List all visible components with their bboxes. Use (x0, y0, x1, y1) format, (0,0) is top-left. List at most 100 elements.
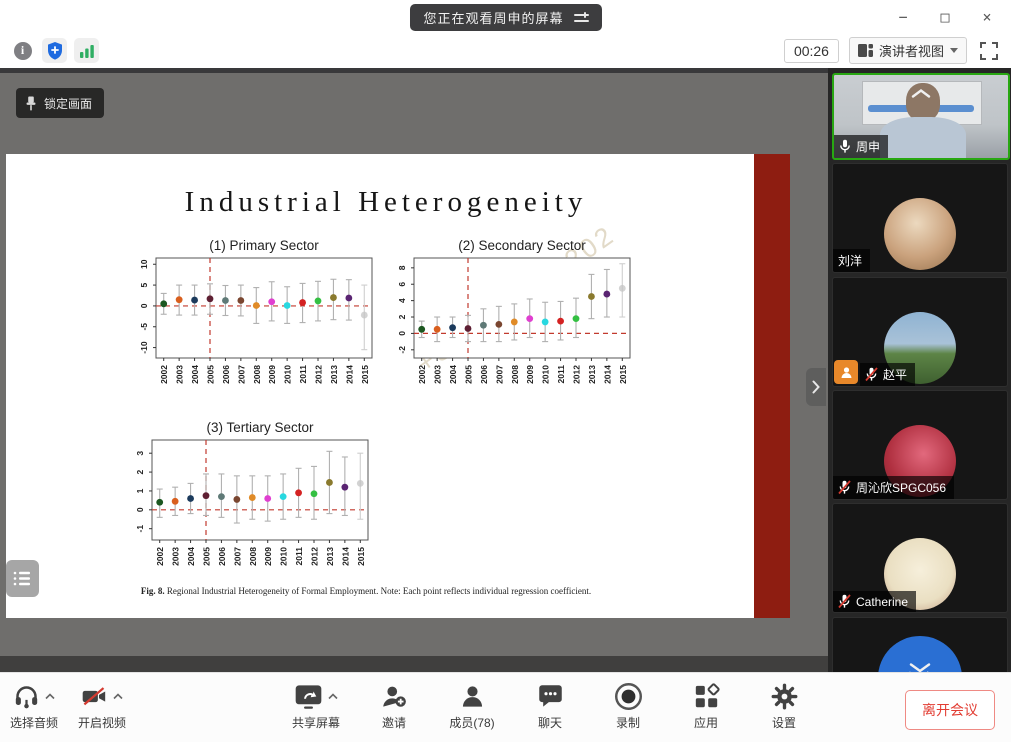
mic-muted-icon (838, 594, 851, 609)
security-shield-icon[interactable] (42, 38, 67, 63)
chart-secondary-sector: (2) Secondary Sector-2024682002200320042… (384, 236, 636, 408)
svg-text:2014: 2014 (344, 365, 354, 384)
svg-text:2010: 2010 (279, 547, 289, 566)
avatar (884, 198, 956, 270)
share-screen-icon (294, 683, 323, 710)
view-mode-button[interactable]: 演讲者视图 (849, 37, 967, 64)
lock-view-label: 锁定画面 (44, 95, 92, 112)
svg-text:2015: 2015 (360, 365, 370, 384)
chart-tertiary-sector: (3) Tertiary Sector-10123200220032004200… (122, 418, 374, 590)
screen-options-icon[interactable] (574, 11, 592, 25)
apps-button[interactable]: 应用 (680, 680, 732, 731)
chat-button[interactable]: 聊天 (524, 680, 576, 731)
svg-text:2004: 2004 (186, 547, 196, 566)
svg-text:6: 6 (397, 282, 407, 287)
participant-tile-catherine[interactable]: Catherine (832, 503, 1008, 613)
svg-text:(1) Primary Sector: (1) Primary Sector (209, 238, 319, 253)
members-icon (459, 683, 486, 710)
svg-text:2003: 2003 (175, 365, 185, 384)
svg-text:1: 1 (135, 488, 145, 493)
svg-text:2002: 2002 (155, 547, 165, 566)
settings-icon (771, 683, 798, 710)
camera-off-icon (81, 683, 108, 710)
presentation-slide: Industrial Heterogeneity +861354390202 (… (6, 154, 790, 618)
svg-text:5: 5 (139, 282, 149, 287)
record-button[interactable]: 录制 (602, 680, 654, 731)
svg-text:(3) Tertiary Sector: (3) Tertiary Sector (206, 420, 314, 435)
mic-on-icon (839, 139, 851, 154)
participant-name: Catherine (856, 595, 908, 609)
svg-text:-10: -10 (139, 341, 149, 354)
svg-text:2008: 2008 (510, 365, 520, 384)
toolbar-label: 邀请 (382, 714, 406, 731)
chevron-up-icon[interactable] (113, 693, 123, 700)
chat-icon (537, 683, 564, 710)
participant-name: 周沁欣SPGC056 (856, 479, 946, 496)
participant-tile-zhouqinxin[interactable]: 周沁欣SPGC056 (832, 390, 1008, 500)
svg-text:2003: 2003 (171, 547, 181, 566)
lock-view-button[interactable]: 锁定画面 (16, 88, 104, 118)
svg-text:2007: 2007 (232, 547, 242, 566)
svg-text:-5: -5 (139, 323, 149, 331)
svg-text:2004: 2004 (448, 365, 458, 384)
meeting-info-icon[interactable]: i (10, 38, 35, 63)
select-audio-button[interactable]: 选择音频 (8, 680, 60, 731)
headset-icon (13, 683, 40, 710)
chevron-up-icon (911, 89, 931, 98)
invite-icon (381, 683, 408, 710)
sidebar-collapse-handle[interactable] (806, 368, 826, 406)
toolbar-label: 开启视频 (78, 714, 126, 731)
svg-text:2011: 2011 (556, 365, 566, 384)
svg-text:2012: 2012 (314, 365, 324, 384)
svg-text:2005: 2005 (464, 365, 474, 384)
fullscreen-button[interactable] (977, 39, 1001, 63)
host-badge-icon (834, 360, 858, 384)
participant-tile-zhoushen[interactable]: 周申 (832, 73, 1010, 160)
toolbar-label: 设置 (772, 714, 796, 731)
svg-text:2010: 2010 (541, 365, 551, 384)
svg-text:2010: 2010 (283, 365, 293, 384)
svg-text:2006: 2006 (479, 365, 489, 384)
viewing-banner: 您正在观看周申的屏幕 (409, 4, 601, 31)
svg-text:2007: 2007 (494, 365, 504, 384)
chevron-up-icon[interactable] (328, 693, 338, 700)
meeting-timer: 00:26 (784, 39, 839, 63)
svg-text:2: 2 (397, 314, 407, 319)
svg-text:2014: 2014 (602, 365, 612, 384)
title-bar: 您正在观看周申的屏幕 − □ × (0, 0, 1011, 34)
meeting-window: 您正在观看周申的屏幕 − □ × i (0, 0, 1011, 742)
participant-tile-liuyang[interactable]: 刘洋 (832, 163, 1008, 273)
svg-text:2015: 2015 (618, 365, 628, 384)
svg-text:8: 8 (397, 265, 407, 270)
collapse-up-button[interactable] (911, 85, 931, 103)
svg-text:2008: 2008 (248, 547, 258, 566)
minimize-button[interactable]: − (889, 4, 917, 30)
participant-tile-zhaoping[interactable]: 赵平 (832, 277, 1008, 387)
svg-text:0: 0 (139, 303, 149, 308)
svg-text:2011: 2011 (294, 547, 304, 566)
network-signal-icon[interactable] (74, 38, 99, 63)
maximize-button[interactable]: □ (931, 4, 959, 30)
collapse-down-button[interactable] (909, 660, 931, 672)
svg-text:-1: -1 (135, 525, 145, 533)
close-button[interactable]: × (973, 4, 1001, 30)
start-video-button[interactable]: 开启视频 (76, 680, 128, 731)
chevron-up-icon[interactable] (45, 693, 55, 700)
figure-caption-text: Regional Industrial Heterogeneity of For… (165, 586, 591, 596)
members-button[interactable]: 成员(78) (446, 680, 498, 731)
toolbar-label: 共享屏幕 (292, 714, 340, 731)
caption-list-button[interactable] (6, 560, 39, 597)
chart-primary-sector: (1) Primary Sector-10-505102002200320042… (126, 236, 378, 408)
apps-icon (693, 683, 720, 710)
settings-button[interactable]: 设置 (758, 680, 810, 731)
share-screen-button[interactable]: 共享屏幕 (290, 680, 342, 731)
invite-button[interactable]: 邀请 (368, 680, 420, 731)
svg-text:2009: 2009 (263, 547, 273, 566)
svg-text:2014: 2014 (340, 547, 350, 566)
toolbar-label: 选择音频 (10, 714, 58, 731)
svg-text:2003: 2003 (433, 365, 443, 384)
svg-text:2008: 2008 (252, 365, 262, 384)
svg-text:2013: 2013 (325, 547, 335, 566)
status-bar: i 00:26 (0, 34, 1011, 68)
leave-meeting-button[interactable]: 离开会议 (905, 690, 995, 730)
